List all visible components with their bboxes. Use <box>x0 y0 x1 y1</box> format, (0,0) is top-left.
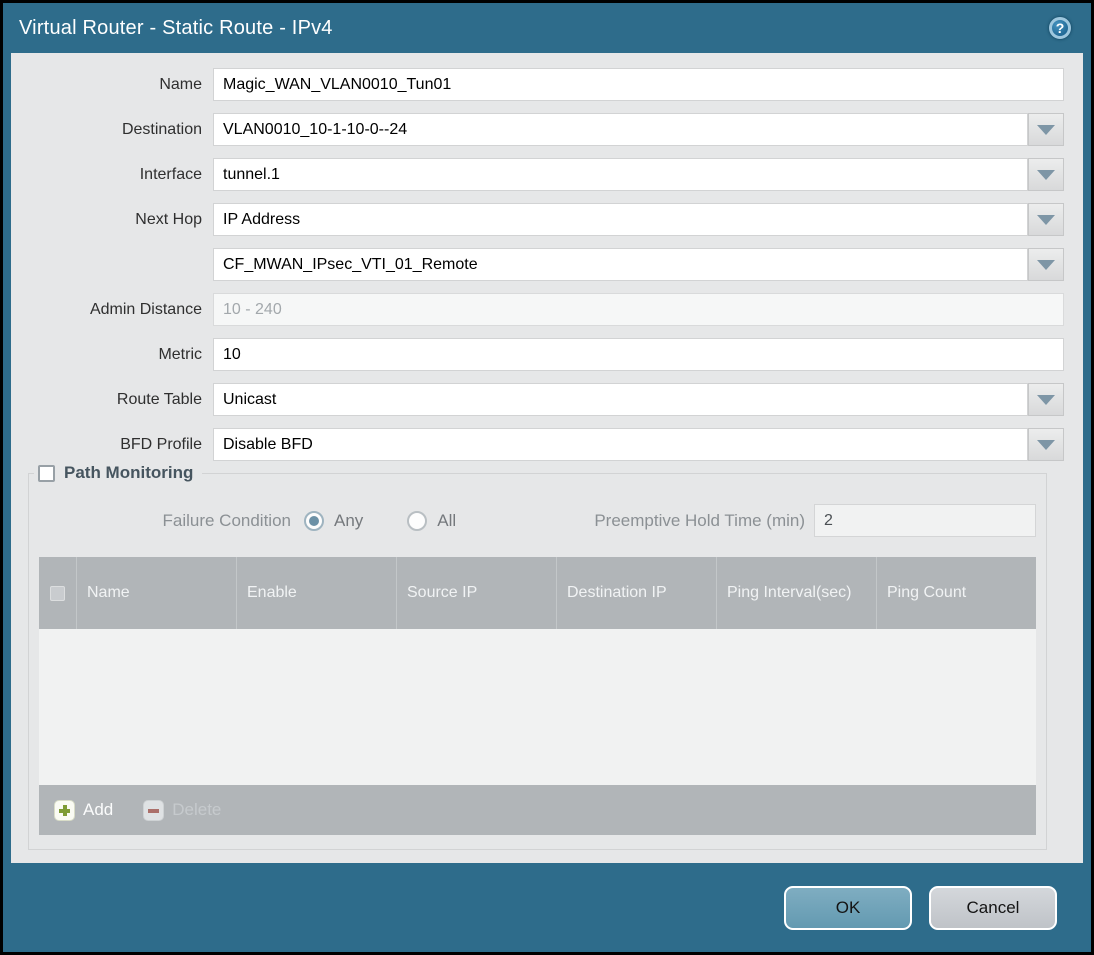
dialog-footer: OK Cancel <box>3 863 1091 952</box>
delete-button[interactable]: Delete <box>143 799 222 821</box>
chevron-down-icon <box>1037 394 1055 405</box>
form-row-metric: Metric <box>11 338 1064 371</box>
bfd-profile-input[interactable] <box>213 428 1028 461</box>
form-row-name: Name <box>11 68 1064 101</box>
failure-condition-row: Failure Condition Any All Preemptive Hol… <box>39 504 1036 537</box>
name-input[interactable] <box>213 68 1064 101</box>
chevron-down-icon <box>1037 124 1055 135</box>
admin-distance-label: Admin Distance <box>89 301 202 318</box>
path-monitoring-legend: Path Monitoring <box>34 463 203 483</box>
destination-input[interactable] <box>213 113 1028 146</box>
form-row-interface: Interface <box>11 158 1064 191</box>
dialog-frame: Virtual Router - Static Route - IPv4 ? N… <box>3 3 1091 952</box>
failure-condition-any-label: Any <box>334 510 364 530</box>
cancel-button[interactable]: Cancel <box>929 885 1057 930</box>
form-row-bfd-profile: BFD Profile <box>11 428 1064 461</box>
dialog-title: Virtual Router - Static Route - IPv4 <box>19 16 333 39</box>
add-button[interactable]: Add <box>54 799 114 821</box>
metric-label: Metric <box>158 346 202 363</box>
chevron-down-icon <box>1037 259 1055 270</box>
name-label: Name <box>159 76 202 93</box>
failure-condition-label: Failure Condition <box>162 510 291 530</box>
table-header-enable: Enable <box>236 557 396 629</box>
table-header-destination-ip: Destination IP <box>556 557 716 629</box>
chevron-down-icon <box>1037 169 1055 180</box>
form-row-destination: Destination <box>11 113 1064 146</box>
next-hop-type-dropdown-button[interactable] <box>1028 203 1064 236</box>
bfd-profile-dropdown-button[interactable] <box>1028 428 1064 461</box>
static-route-dialog: Virtual Router - Static Route - IPv4 ? N… <box>0 0 1094 955</box>
select-all-checkbox[interactable] <box>50 585 65 601</box>
destination-dropdown-button[interactable] <box>1028 113 1064 146</box>
table-toolbar: Add Delete <box>39 785 1036 835</box>
interface-dropdown-button[interactable] <box>1028 158 1064 191</box>
interface-label: Interface <box>139 166 202 183</box>
route-table-dropdown-button[interactable] <box>1028 383 1064 416</box>
table-header-select-all <box>39 557 76 629</box>
table-header-source-ip: Source IP <box>396 557 556 629</box>
interface-input[interactable] <box>213 158 1028 191</box>
dialog-titlebar: Virtual Router - Static Route - IPv4 ? <box>3 3 1091 53</box>
plus-icon <box>54 799 75 821</box>
preemptive-hold-time-input[interactable] <box>814 504 1036 537</box>
table-header-ping-count: Ping Count <box>876 557 1036 629</box>
preemptive-hold-time-label: Preemptive Hold Time (min) <box>594 510 805 530</box>
help-icon[interactable]: ? <box>1049 17 1071 39</box>
form-row-route-table: Route Table <box>11 383 1064 416</box>
destination-label: Destination <box>121 121 202 138</box>
route-table-label: Route Table <box>116 391 202 408</box>
next-hop-address-input[interactable] <box>213 248 1028 281</box>
metric-input[interactable] <box>213 338 1064 371</box>
path-monitoring-table: Name Enable Source IP Destination IP Pin… <box>39 557 1036 835</box>
table-header-name: Name <box>76 557 236 629</box>
failure-condition-radio-any[interactable] <box>304 510 324 531</box>
next-hop-address-label-spacer <box>11 248 213 281</box>
next-hop-label: Next Hop <box>135 211 202 228</box>
failure-condition-all-label: All <box>437 510 457 530</box>
ok-button[interactable]: OK <box>784 885 912 930</box>
path-monitoring-section: Path Monitoring Failure Condition Any Al… <box>28 463 1047 850</box>
failure-condition-radio-all[interactable] <box>407 510 428 531</box>
next-hop-type-input[interactable] <box>213 203 1028 236</box>
bfd-profile-label: BFD Profile <box>120 436 202 453</box>
path-monitoring-title: Path Monitoring <box>64 463 194 482</box>
path-monitoring-checkbox[interactable] <box>38 464 55 482</box>
route-table-input[interactable] <box>213 383 1028 416</box>
admin-distance-input[interactable] <box>213 293 1064 326</box>
minus-icon <box>143 799 165 821</box>
chevron-down-icon <box>1037 439 1055 450</box>
table-header-row: Name Enable Source IP Destination IP Pin… <box>39 557 1036 629</box>
chevron-down-icon <box>1037 214 1055 225</box>
delete-button-label: Delete <box>172 800 222 819</box>
dialog-body: Name Destination Interface <box>11 53 1083 863</box>
next-hop-address-dropdown-button[interactable] <box>1028 248 1064 281</box>
form-row-admin-distance: Admin Distance <box>11 293 1064 326</box>
table-body-empty <box>39 629 1036 785</box>
form-row-next-hop-address <box>11 248 1064 281</box>
table-header-ping-interval: Ping Interval(sec) <box>716 557 876 629</box>
add-button-label: Add <box>83 800 114 819</box>
form-row-next-hop: Next Hop <box>11 203 1064 236</box>
